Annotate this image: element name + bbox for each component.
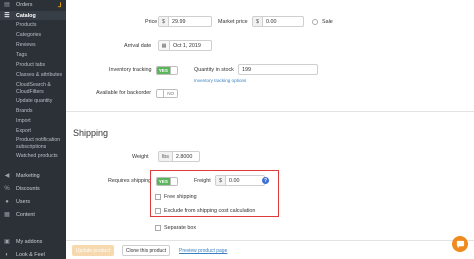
- sale-label: Sale: [322, 19, 333, 25]
- price-value: 29.99: [172, 18, 186, 25]
- sidebar-subitem-export[interactable]: Export: [16, 128, 31, 134]
- sidebar-subitem-brands[interactable]: Brands: [16, 108, 32, 114]
- chat-icon: [456, 240, 464, 248]
- sidebar-subitem-watched-products[interactable]: Watched products: [16, 153, 58, 159]
- sidebar-subitem-product-tabs[interactable]: Product tabs: [16, 62, 45, 68]
- freight-input[interactable]: $ 0.00: [215, 175, 265, 186]
- arrival-date-label: Arrival date: [124, 43, 152, 49]
- backorder-label: Available for backorder: [96, 90, 152, 96]
- sidebar-subitem-cloudsearch[interactable]: CloudSearch & CloudFilters: [16, 82, 64, 96]
- preview-product-link[interactable]: Preview product page: [179, 248, 227, 254]
- sidebar-item-label: Discounts: [16, 185, 40, 192]
- sidebar-item-look-feel[interactable]: ◐ Look & Feel: [0, 250, 66, 259]
- shipping-section-title: Shipping: [73, 128, 109, 138]
- orders-icon: ▤: [4, 1, 10, 8]
- addons-icon: ▣: [4, 238, 10, 245]
- toggle-off-label: NO: [164, 90, 177, 97]
- sidebar-item-label: Marketing: [16, 172, 40, 179]
- sidebar-item-orders[interactable]: ▤ Orders: [0, 0, 66, 9]
- weight-label: Weight: [132, 154, 149, 160]
- content-icon: ▦: [4, 211, 10, 218]
- price-input[interactable]: $ 29.99: [158, 16, 212, 27]
- sidebar-item-catalog[interactable]: ☰ Catalog: [0, 11, 66, 20]
- chat-button[interactable]: [452, 236, 468, 252]
- sidebar-item-label: Catalog: [16, 12, 36, 19]
- sidebar-item-label: Orders: [16, 1, 33, 8]
- toggle-knob: [157, 90, 165, 97]
- users-icon: ●: [5, 198, 9, 205]
- sidebar-subitem-notification-subscriptions[interactable]: Product notification subscriptions: [16, 137, 64, 151]
- sidebar-subitem-update-quantity[interactable]: Update quantity: [16, 98, 52, 104]
- sidebar-subitem-reviews[interactable]: Reviews: [16, 42, 36, 48]
- discount-icon: %: [4, 185, 10, 192]
- calendar-icon: ▦: [159, 41, 170, 50]
- currency-addon: $: [216, 176, 226, 185]
- sidebar-subitem-categories[interactable]: Categories: [16, 32, 41, 38]
- toggle-knob: [169, 67, 177, 74]
- quantity-label: Quantity in stock: [194, 67, 234, 73]
- backorder-toggle[interactable]: NO: [156, 89, 178, 98]
- product-form: Price $ 29.99 Market price $ 0.00 Sale A…: [66, 0, 474, 259]
- sidebar-item-content[interactable]: ▦ Content: [0, 210, 66, 219]
- freight-label: Freight: [194, 178, 211, 184]
- currency-addon: $: [159, 17, 169, 26]
- currency-addon: $: [253, 17, 263, 26]
- sidebar: ▤ Orders ☰ Catalog ⅃ Products Categories…: [0, 0, 66, 259]
- sidebar-item-label: Look & Feel: [16, 251, 45, 258]
- cursor-icon: ⅃: [58, 3, 62, 9]
- weight-unit-addon: lbs: [159, 152, 173, 161]
- sidebar-item-label: Content: [16, 211, 35, 218]
- toggle-on-label: YES: [157, 67, 170, 74]
- sidebar-subitem-tags[interactable]: Tags: [16, 52, 27, 58]
- palette-icon: ◐: [5, 251, 9, 258]
- freight-value: 0.00: [229, 177, 240, 184]
- separate-box-checkbox[interactable]: [155, 225, 161, 231]
- update-product-button[interactable]: Update product: [72, 245, 114, 256]
- sidebar-item-label: My addons: [16, 238, 43, 245]
- megaphone-icon: ◀: [4, 172, 10, 179]
- weight-value: 2.8000: [175, 153, 193, 160]
- market-price-value: 0.00: [266, 18, 277, 25]
- free-shipping-checkbox[interactable]: [155, 194, 161, 200]
- sidebar-item-my-addons[interactable]: ▣ My addons: [0, 237, 66, 246]
- sidebar-item-discounts[interactable]: % Discounts: [0, 184, 66, 193]
- sale-radio[interactable]: [312, 19, 318, 25]
- arrival-date-input[interactable]: ▦ Oct 1, 2019: [158, 40, 212, 51]
- weight-input[interactable]: lbs 2.8000: [158, 151, 200, 162]
- sidebar-item-marketing[interactable]: ◀ Marketing: [0, 171, 66, 180]
- requires-shipping-label: Requires shipping: [108, 178, 152, 184]
- separate-box-label: Separate box: [164, 225, 197, 231]
- market-price-label: Market price: [218, 19, 248, 25]
- sidebar-item-label: Users: [16, 198, 31, 205]
- sidebar-subitem-classes-attributes[interactable]: Classes & attributes: [16, 72, 62, 78]
- sidebar-item-users[interactable]: ● Users: [0, 197, 66, 206]
- inventory-tracking-label: Inventory tracking: [109, 67, 152, 73]
- free-shipping-label: Free shipping: [164, 194, 197, 200]
- help-icon[interactable]: ?: [262, 177, 269, 184]
- exclude-shipping-label: Exclude from shipping cost calculation: [164, 208, 256, 214]
- market-price-input[interactable]: $ 0.00: [252, 16, 304, 27]
- quantity-value: 199: [242, 66, 251, 73]
- action-bar: Update product Clone this product Previe…: [66, 240, 474, 259]
- inventory-tracking-toggle[interactable]: YES: [156, 66, 178, 75]
- quantity-input[interactable]: 199: [238, 64, 318, 75]
- inventory-options-link[interactable]: Inventory tracking options: [194, 78, 246, 83]
- sidebar-subitem-import[interactable]: Import: [16, 118, 31, 124]
- clone-product-button[interactable]: Clone this product: [122, 245, 170, 256]
- section-divider: [66, 111, 474, 112]
- catalog-icon: ☰: [4, 12, 10, 19]
- sidebar-subitem-products[interactable]: Products: [16, 22, 36, 28]
- exclude-shipping-checkbox[interactable]: [155, 208, 161, 214]
- arrival-date-value: Oct 1, 2019: [173, 42, 201, 49]
- price-label: Price: [145, 19, 158, 25]
